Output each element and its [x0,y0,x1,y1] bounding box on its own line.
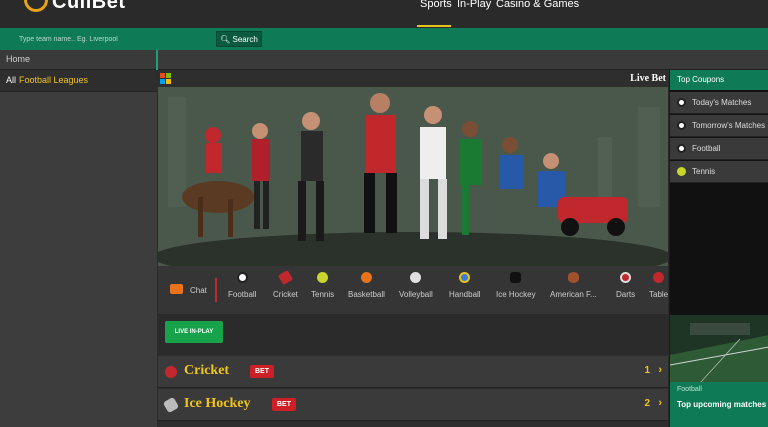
american-football-icon [567,272,579,283]
event-count: 2 [644,398,650,409]
event-count: 1 [644,365,650,376]
sidebar-football-leagues[interactable]: Football Leagues [19,75,88,85]
sidebar-header[interactable]: All Football Leagues [0,70,157,92]
coupon-football[interactable]: Football [670,138,768,160]
coupon-label: Today's Matches [692,98,752,107]
sports-stars-illustration [158,87,668,266]
chat-link[interactable]: Chat [190,286,207,295]
nav-active-indicator [417,25,451,27]
live-bet-title: Live Bet [630,73,666,84]
tennis-icon [677,167,686,176]
sport-row-name: Ice Hockey [184,396,251,411]
logo-icon [24,0,48,12]
sport-darts[interactable]: Darts [616,272,635,299]
table-tennis-icon [653,272,665,283]
sport-label: Basketball [348,290,385,299]
bet-badge[interactable]: BET [272,398,296,411]
top-coupons-title: Top Coupons [670,70,768,90]
promo-title: Top upcoming matches [677,400,767,409]
promo-category: Football [677,386,702,393]
main-header: Live Bet [158,70,668,87]
hero-banner-image[interactable] [158,87,668,266]
football-icon [236,272,248,283]
breadcrumb-divider [156,50,158,70]
sport-table-tennis[interactable]: Table [649,272,668,299]
football-icon [677,144,686,153]
coupon-label: Tennis [692,167,716,176]
top-header: CuiiBet Sports In-Play Casino & Games [0,0,768,28]
sport-label: Ice Hockey [496,290,536,299]
sport-cricket[interactable]: Cricket [273,269,298,299]
coupon-todays-matches[interactable]: Today's Matches [670,92,768,114]
tennis-icon [317,272,329,283]
sport-basketball[interactable]: Basketball [348,272,385,299]
search-icon: 🔍︎ [220,35,231,44]
breadcrumb-home[interactable]: Home [6,54,30,64]
coupon-tomorrows-matches[interactable]: Tomorrow's Matches [670,115,768,137]
chevron-right-icon[interactable]: › [658,364,662,376]
sport-handball[interactable]: Handball [449,272,481,299]
sport-label: Cricket [273,290,298,299]
sport-row-ice-hockey[interactable]: Ice Hockey BET 2 › [158,389,668,421]
sport-ice-hockey[interactable]: Ice Hockey [496,272,536,299]
ice-hockey-icon [162,396,180,414]
promo-image[interactable] [670,315,768,383]
sport-label: Darts [616,290,636,299]
search-button[interactable]: 🔍︎ Search [216,31,262,47]
sport-american-football[interactable]: American F... [550,272,597,299]
main-content: Live Bet Chat Football Cricket Tennis Ba… [158,70,668,427]
live-in-play-row: LIVE IN-PLAY [158,314,668,354]
nav-casino-games[interactable]: Casino & Games [496,0,579,10]
sport-row-name: Cricket [184,363,230,378]
search-bar: 🔍︎ Search [0,28,768,50]
chevron-right-icon[interactable]: › [658,397,662,409]
nav-sports[interactable]: Sports [420,0,452,10]
chat-divider [215,278,217,302]
site-logo[interactable]: CuiiBet [52,0,126,14]
coupon-label: Football [692,144,721,153]
sport-label: Football [228,290,257,299]
sports-category-bar: Chat Football Cricket Tennis Basketball … [158,266,668,314]
basketball-icon [360,272,372,283]
left-sidebar: All Football Leagues [0,70,157,427]
top-coupons-panel: Top Coupons Today's Matches Tomorrow's M… [669,70,768,427]
coupon-tennis[interactable]: Tennis [670,161,768,183]
sport-row-cricket[interactable]: Cricket BET 1 › [158,356,668,388]
sport-football[interactable]: Football [228,272,256,299]
sport-volleyball[interactable]: Volleyball [399,272,433,299]
promo-caption[interactable]: Football Top upcoming matches [670,382,768,427]
search-input[interactable] [15,31,211,47]
ice-hockey-icon [510,272,522,283]
windows-grid-icon [160,73,171,84]
search-button-label: Search [232,35,258,44]
coupon-label: Tomorrow's Matches [692,121,766,130]
cricket-icon [277,269,293,286]
sport-label: Handball [449,290,481,299]
sidebar-all-label: All [6,75,17,85]
chat-icon[interactable] [170,284,183,294]
sport-tennis[interactable]: Tennis [311,272,334,299]
volleyball-icon [410,272,422,283]
bet-badge[interactable]: BET [250,365,274,378]
stadium-illustration [670,315,768,383]
sport-label: Tennis [311,290,335,299]
darts-icon [620,272,632,283]
sport-label: Volleyball [399,290,433,299]
sport-label: Table [649,290,669,299]
breadcrumb: Home [0,50,768,70]
live-in-play-button[interactable]: LIVE IN-PLAY [165,321,223,343]
handball-icon [459,272,471,283]
cricket-ball-icon [165,366,177,378]
football-icon [677,98,686,107]
nav-in-play[interactable]: In-Play [457,0,491,10]
sport-label: American F... [550,290,597,299]
football-icon [677,121,686,130]
